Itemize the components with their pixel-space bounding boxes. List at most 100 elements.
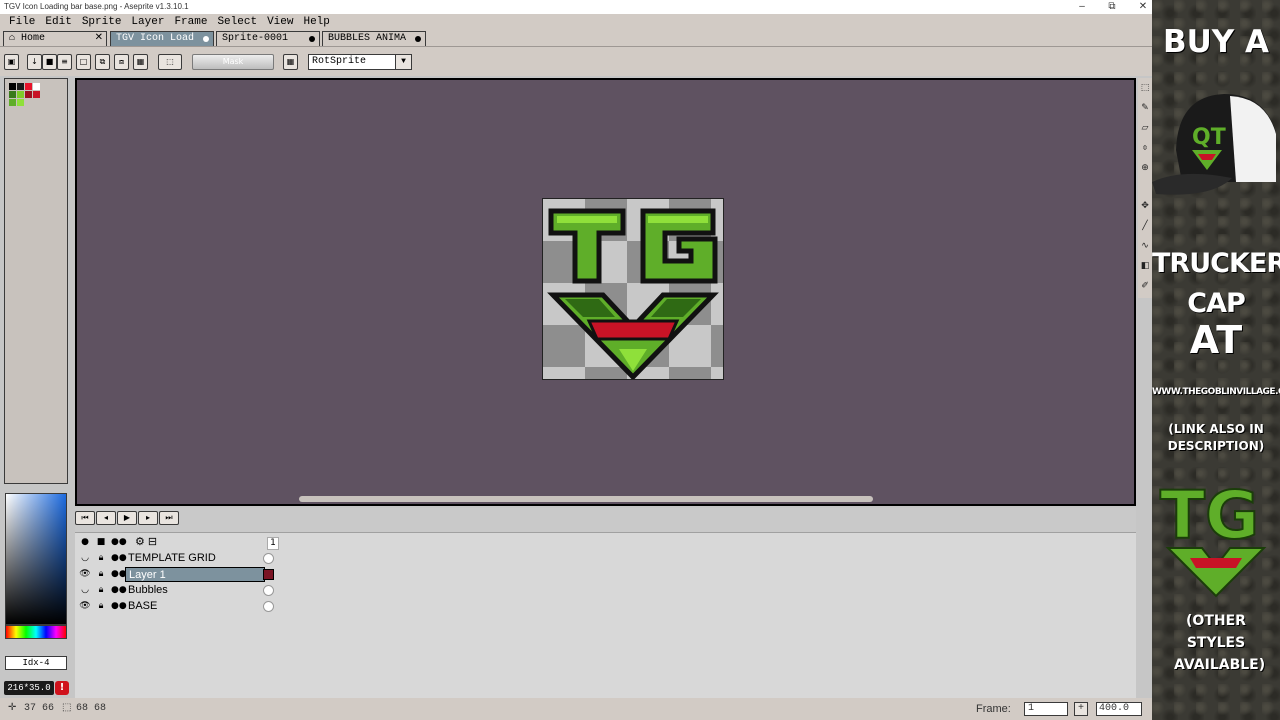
play-icon[interactable]: ▶ xyxy=(117,511,137,525)
layer-name[interactable]: Bubbles xyxy=(125,583,265,598)
layer-name[interactable]: BASE xyxy=(125,599,265,614)
horizontal-scrollbar[interactable] xyxy=(299,496,873,502)
sprite-editor[interactable] xyxy=(75,78,1208,506)
layer-row[interactable]: ◡ 🔒︎ ●● Bubbles xyxy=(77,583,353,598)
cel[interactable] xyxy=(263,569,274,580)
lock-icon[interactable]: 🔒︎ xyxy=(95,599,107,614)
mask-color-button[interactable]: Mask xyxy=(192,54,274,70)
layer-name[interactable]: TEMPLATE GRID xyxy=(125,551,265,566)
palette-swatch[interactable] xyxy=(9,83,16,90)
warning-icon[interactable]: ! xyxy=(55,681,69,695)
first-frame-icon[interactable]: ⏮ xyxy=(75,511,95,525)
text-tool-icon[interactable]: ✐ xyxy=(1139,280,1151,292)
list-icon[interactable]: ≡ xyxy=(57,54,72,70)
selection-subtract-icon[interactable]: ⧈ xyxy=(114,54,129,70)
promo-note: (LINK ALSO IN DESCRIPTION) xyxy=(1167,422,1265,453)
color-value-field[interactable]: 216*35.0 xyxy=(4,681,54,695)
layer-name[interactable]: Layer 1 xyxy=(125,567,265,582)
transparent-color-icon[interactable]: ⬚ xyxy=(158,54,182,70)
pivot-icon[interactable]: ▦ xyxy=(283,54,298,70)
lock-icon[interactable]: 🔒︎ xyxy=(95,583,107,598)
aseprite-window: TGV Icon Loading bar base.png - Aseprite… xyxy=(0,0,1280,720)
cel[interactable] xyxy=(263,585,274,596)
move-tool-icon[interactable]: ✥ xyxy=(1139,200,1151,212)
continuous-header-icon[interactable]: ●● xyxy=(111,535,127,550)
tab-sprite-0001[interactable]: Sprite-0001 xyxy=(216,31,320,46)
palette-swatch[interactable] xyxy=(25,83,32,90)
tgv-logo-image: TG xyxy=(1159,476,1267,598)
lock-icon[interactable]: 🔒︎ xyxy=(95,567,107,582)
marquee-tool-icon[interactable]: ⬚ xyxy=(1139,82,1151,94)
arrow-down-icon[interactable]: ↓ xyxy=(27,54,42,70)
curve-tool-icon[interactable]: ∿ xyxy=(1139,240,1151,252)
lock-icon[interactable]: ▣ xyxy=(4,54,19,70)
selection-intersect-icon[interactable]: ▦ xyxy=(133,54,148,70)
fill-tool-icon[interactable]: ◧ xyxy=(1139,260,1151,272)
continuous-icon[interactable]: ●● xyxy=(111,599,127,614)
selection-add-icon[interactable]: ⧉ xyxy=(95,54,110,70)
cel[interactable] xyxy=(263,553,274,564)
palette-swatch[interactable] xyxy=(17,91,24,98)
menu-select[interactable]: Select xyxy=(212,14,262,30)
eye-icon[interactable]: 👁︎ xyxy=(79,567,91,582)
color-spectrum[interactable] xyxy=(5,493,67,625)
frame-header[interactable]: 1 xyxy=(267,537,279,550)
continuous-icon[interactable]: ●● xyxy=(111,551,127,566)
tab-bubbles[interactable]: BUBBLES ANIMA xyxy=(322,31,426,46)
menu-sprite[interactable]: Sprite xyxy=(77,14,127,30)
palette-swatch[interactable] xyxy=(9,99,16,106)
chevron-down-icon[interactable]: ▼ xyxy=(395,55,411,69)
menu-edit[interactable]: Edit xyxy=(40,14,76,30)
selection-replace-icon[interactable]: □ xyxy=(76,54,91,70)
eyedropper-tool-icon[interactable]: ⌽ xyxy=(1139,142,1151,154)
zoom-input[interactable]: 400.0 xyxy=(1096,702,1142,716)
tab-sprite-label: Sprite-0001 xyxy=(222,33,289,44)
eye-icon[interactable]: 👁︎ xyxy=(79,599,91,614)
palette-swatch[interactable] xyxy=(17,99,24,106)
tab-tgv-icon[interactable]: TGV Icon Load xyxy=(110,31,214,46)
previous-frame-icon[interactable]: ◂ xyxy=(96,511,116,525)
eye-hidden-icon[interactable]: ◡ xyxy=(79,551,91,566)
visibility-header-icon[interactable]: ● xyxy=(79,535,91,550)
zoom-tool-icon[interactable]: ⊕ xyxy=(1139,162,1151,174)
maximize-button[interactable]: ⧉ xyxy=(1102,0,1122,14)
add-frame-icon[interactable]: + xyxy=(1074,702,1088,716)
pencil-tool-icon[interactable]: ✎ xyxy=(1139,102,1151,114)
tab-home[interactable]: ⌂ Home ✕ xyxy=(3,31,107,46)
rotation-algorithm-select[interactable]: RotSprite ▼ xyxy=(308,54,412,70)
hue-slider[interactable] xyxy=(5,625,67,639)
line-tool-icon[interactable]: ╱ xyxy=(1139,220,1151,232)
next-frame-icon[interactable]: ▸ xyxy=(138,511,158,525)
menu-help[interactable]: Help xyxy=(298,14,334,30)
lock-icon[interactable]: 🔒︎ xyxy=(95,551,107,566)
menu-file[interactable]: File xyxy=(4,14,40,30)
lock-header-icon[interactable]: ■ xyxy=(95,535,107,550)
frame-input[interactable]: 1 xyxy=(1024,702,1068,716)
layer-row-selected[interactable]: 👁︎ 🔒︎ ●● Layer 1 xyxy=(77,567,353,582)
cel[interactable] xyxy=(263,601,274,612)
menu-layer[interactable]: Layer xyxy=(126,14,169,30)
layer-options-icon[interactable]: ⚙ ⊟ xyxy=(125,535,265,550)
palette-swatch[interactable] xyxy=(17,83,24,90)
menu-frame[interactable]: Frame xyxy=(169,14,212,30)
palette-swatch[interactable] xyxy=(25,91,32,98)
promo-line-1: BUY A xyxy=(1162,24,1270,60)
eye-hidden-icon[interactable]: ◡ xyxy=(79,583,91,598)
cursor-position: 37 66 xyxy=(24,703,55,714)
continuous-icon[interactable]: ●● xyxy=(111,583,127,598)
close-button[interactable]: ✕ xyxy=(1133,0,1153,14)
layer-row[interactable]: ◡ 🔒︎ ●● TEMPLATE GRID xyxy=(77,551,353,566)
continuous-icon[interactable]: ●● xyxy=(111,567,127,582)
sprite-canvas[interactable] xyxy=(542,198,724,381)
palette-swatch[interactable] xyxy=(9,91,16,98)
layer-row[interactable]: 👁︎ 🔒︎ ●● BASE xyxy=(77,599,353,614)
palette-swatch[interactable] xyxy=(33,91,40,98)
last-frame-icon[interactable]: ⏭ xyxy=(159,511,179,525)
square-icon[interactable]: ■ xyxy=(42,54,57,70)
color-index-field[interactable]: Idx-4 xyxy=(5,656,67,670)
palette-swatch[interactable] xyxy=(33,83,40,90)
menu-view[interactable]: View xyxy=(262,14,298,30)
close-icon[interactable]: ✕ xyxy=(95,32,103,45)
eraser-tool-icon[interactable]: ▱ xyxy=(1139,122,1151,134)
minimize-button[interactable]: – xyxy=(1072,0,1092,14)
